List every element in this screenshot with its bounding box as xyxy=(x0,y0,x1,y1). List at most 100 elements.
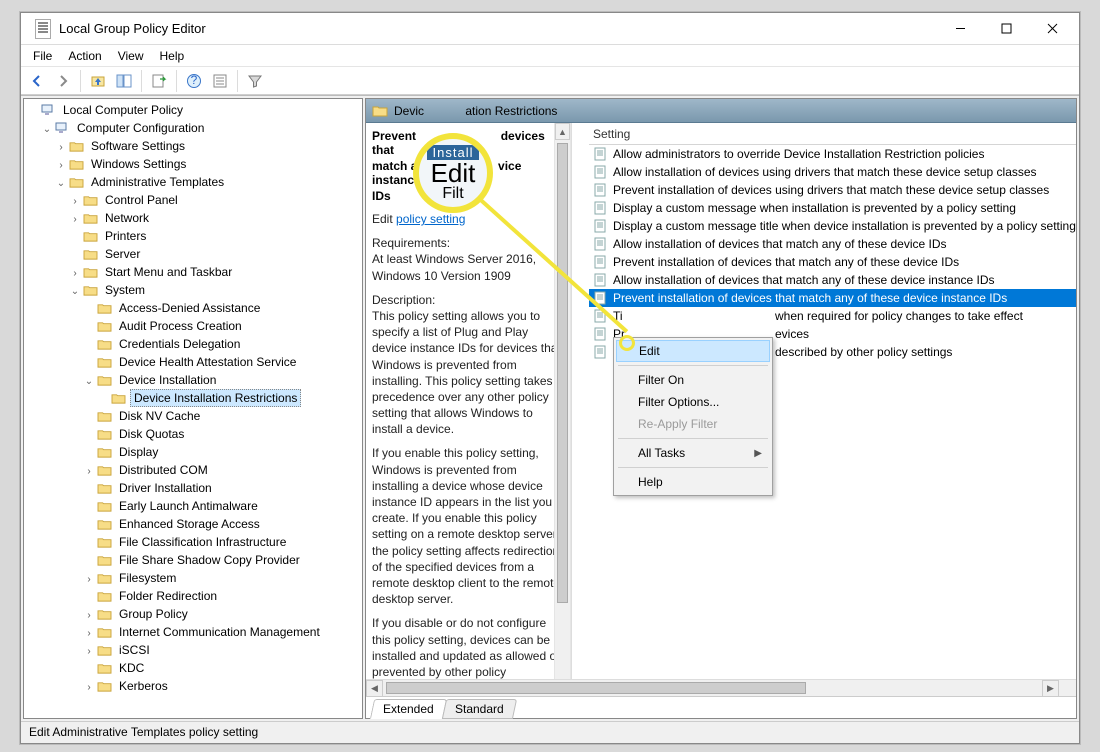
forward-button[interactable] xyxy=(51,69,75,93)
tree-item[interactable]: KDC xyxy=(26,659,362,677)
tree-root[interactable]: Local Computer Policy xyxy=(26,101,362,119)
app-icon xyxy=(35,19,51,39)
tree-item[interactable]: Access-Denied Assistance xyxy=(26,299,362,317)
policy-icon xyxy=(593,183,609,197)
help-button[interactable]: ? xyxy=(182,69,206,93)
tree-item[interactable]: iSCSI xyxy=(26,641,362,659)
policy-icon xyxy=(593,255,609,269)
tree-item[interactable]: Enhanced Storage Access xyxy=(26,515,362,533)
computer-icon xyxy=(40,102,56,118)
list-item[interactable]: Display a custom message when installati… xyxy=(589,199,1076,217)
desc-scrollbar[interactable]: ▲ ▼ xyxy=(554,123,571,696)
tree-item[interactable]: Internet Communication Management xyxy=(26,623,362,641)
folder-icon xyxy=(96,643,112,657)
ctx-filter-options[interactable]: Filter Options... xyxy=(616,391,770,413)
callout-top-text: Install xyxy=(427,145,480,160)
list-item[interactable]: Allow installation of devices that match… xyxy=(589,271,1076,289)
tree-computer-config[interactable]: Computer Configuration xyxy=(26,119,362,137)
list-item[interactable]: Allow installation of devices that match… xyxy=(589,235,1076,253)
menu-help[interactable]: Help xyxy=(152,47,193,65)
tree-item[interactable]: File Share Shadow Copy Provider xyxy=(26,551,362,569)
edit-link-line: Edit policy setting xyxy=(372,211,561,227)
tree-item[interactable]: Display xyxy=(26,443,362,461)
list-item[interactable]: Display a custom message title when devi… xyxy=(589,217,1076,235)
tab-standard[interactable]: Standard xyxy=(442,699,517,719)
up-button[interactable] xyxy=(86,69,110,93)
ctx-all-tasks[interactable]: All Tasks▶ xyxy=(616,442,770,464)
menu-action[interactable]: Action xyxy=(60,47,109,65)
tree-admin-templates[interactable]: Administrative Templates xyxy=(26,173,362,191)
window-frame: Local Group Policy Editor File Action Vi… xyxy=(20,12,1080,744)
tree-item[interactable]: Disk NV Cache xyxy=(26,407,362,425)
filter-button[interactable] xyxy=(243,69,267,93)
tree-system[interactable]: System xyxy=(26,281,362,299)
list-hscrollbar[interactable]: ◀ ▶ xyxy=(589,679,1076,696)
scroll-thumb[interactable] xyxy=(589,682,806,694)
back-button[interactable] xyxy=(25,69,49,93)
ctx-help[interactable]: Help xyxy=(616,471,770,493)
menu-file[interactable]: File xyxy=(25,47,60,65)
tree-item[interactable]: Early Launch Antimalware xyxy=(26,497,362,515)
ctx-edit[interactable]: Edit xyxy=(616,340,770,362)
toolbar: ? xyxy=(21,67,1079,95)
list-header-setting[interactable]: Setting xyxy=(589,123,1076,145)
tree-device-install-restrictions[interactable]: Device Installation Restrictions xyxy=(26,389,362,407)
scroll-right-icon[interactable]: ▶ xyxy=(1042,680,1059,696)
list-item[interactable]: Allow installation of devices using driv… xyxy=(589,163,1076,181)
policy-tree[interactable]: Local Computer Policy Computer Configura… xyxy=(24,99,362,718)
tree-item[interactable]: Folder Redirection xyxy=(26,587,362,605)
list-item[interactable]: Prevent installation of devices that mat… xyxy=(589,253,1076,271)
maximize-button[interactable] xyxy=(983,14,1029,44)
folder-icon xyxy=(96,535,112,549)
annotation-endpoint xyxy=(619,335,635,351)
policy-icon xyxy=(593,327,609,341)
tree-item[interactable]: Server xyxy=(26,245,362,263)
tree-item[interactable]: Disk Quotas xyxy=(26,425,362,443)
tree-item[interactable]: Kerberos xyxy=(26,677,362,695)
folder-icon xyxy=(96,589,112,603)
tree-item[interactable]: Printers xyxy=(26,227,362,245)
toolbar-separator xyxy=(141,70,142,92)
list-item[interactable]: Prevent installation of devices using dr… xyxy=(589,181,1076,199)
tree-item[interactable]: Driver Installation xyxy=(26,479,362,497)
tree-device-installation[interactable]: Device Installation xyxy=(26,371,362,389)
tree-item[interactable]: Audit Process Creation xyxy=(26,317,362,335)
edit-policy-link[interactable]: policy setting xyxy=(396,212,465,226)
window-title: Local Group Policy Editor xyxy=(59,21,937,36)
tree-item[interactable]: Group Policy xyxy=(26,605,362,623)
menu-view[interactable]: View xyxy=(110,47,152,65)
policy-icon xyxy=(593,273,609,287)
scroll-up-icon[interactable]: ▲ xyxy=(555,123,570,140)
callout-bottom-text: Filt xyxy=(442,185,463,203)
folder-icon xyxy=(96,319,112,333)
tree-item[interactable]: Software Settings xyxy=(26,137,362,155)
minimize-button[interactable] xyxy=(937,14,983,44)
tree-item[interactable]: Device Health Attestation Service xyxy=(26,353,362,371)
context-menu: Edit Filter On Filter Options... Re-Appl… xyxy=(613,337,773,496)
tree-item[interactable]: Filesystem xyxy=(26,569,362,587)
close-button[interactable] xyxy=(1029,14,1075,44)
folder-icon xyxy=(82,211,98,225)
tree-item[interactable]: Network xyxy=(26,209,362,227)
callout-main-text: Edit xyxy=(431,158,476,189)
properties-button[interactable] xyxy=(208,69,232,93)
tree-item[interactable]: Start Menu and Taskbar xyxy=(26,263,362,281)
folder-icon xyxy=(68,139,84,153)
tree-item[interactable]: Credentials Delegation xyxy=(26,335,362,353)
list-item[interactable]: Prevent installation of devices that mat… xyxy=(589,289,1076,307)
show-hide-tree-button[interactable] xyxy=(112,69,136,93)
export-button[interactable] xyxy=(147,69,171,93)
toolbar-separator xyxy=(237,70,238,92)
folder-icon xyxy=(82,229,98,243)
tree-item[interactable]: File Classification Infrastructure xyxy=(26,533,362,551)
ctx-reapply-filter[interactable]: Re-Apply Filter xyxy=(616,413,770,435)
scroll-thumb[interactable] xyxy=(557,143,568,603)
tab-extended[interactable]: Extended xyxy=(370,699,447,719)
folder-icon xyxy=(96,463,112,477)
ctx-filter-on[interactable]: Filter On xyxy=(616,369,770,391)
tree-item[interactable]: Distributed COM xyxy=(26,461,362,479)
tree-item[interactable]: Control Panel xyxy=(26,191,362,209)
folder-icon xyxy=(82,193,98,207)
tree-item[interactable]: Windows Settings xyxy=(26,155,362,173)
list-item[interactable]: Allow administrators to override Device … xyxy=(589,145,1076,163)
